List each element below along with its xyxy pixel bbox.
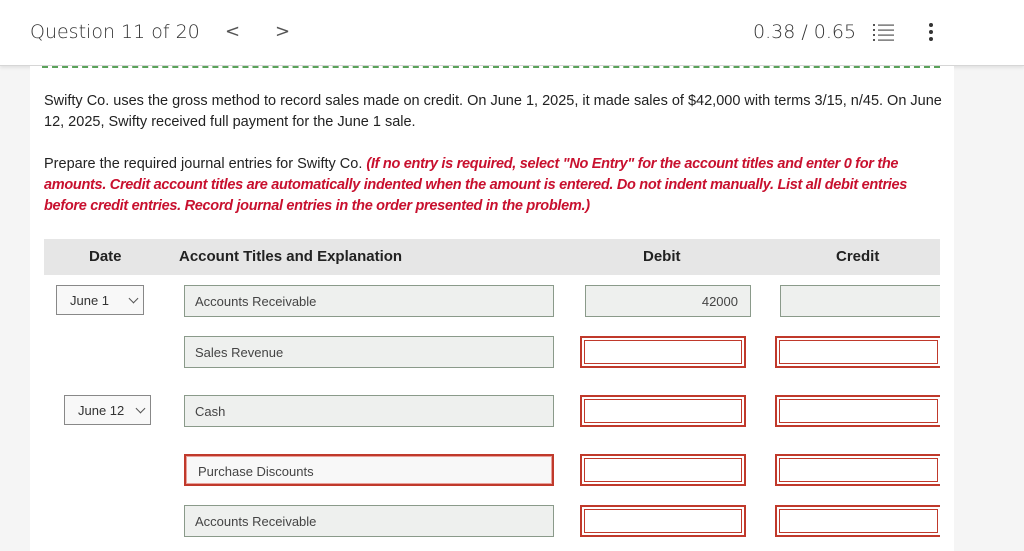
credit-input[interactable] xyxy=(775,454,940,486)
header-date: Date xyxy=(89,248,122,265)
list-icon[interactable] xyxy=(873,22,895,42)
prev-question-button[interactable]: < xyxy=(225,21,240,42)
credit-input[interactable] xyxy=(775,336,940,368)
divider xyxy=(42,66,940,68)
date-select[interactable]: June 12 xyxy=(64,395,151,425)
more-vertical-icon[interactable] xyxy=(925,21,937,43)
account-input[interactable]: Sales Revenue xyxy=(184,336,554,368)
credit-input[interactable] xyxy=(775,505,940,537)
prompt-text: Prepare the required journal entries for… xyxy=(44,156,363,172)
header-debit: Debit xyxy=(643,248,681,265)
top-bar: Question 11 of 20 < > 0.38 / 0.65 xyxy=(0,0,1024,66)
debit-input[interactable] xyxy=(580,454,746,486)
header-account: Account Titles and Explanation xyxy=(179,248,403,265)
credit-input[interactable] xyxy=(780,285,940,317)
header-credit: Credit xyxy=(836,248,880,265)
account-input[interactable]: Accounts Receivable xyxy=(184,285,554,317)
debit-input[interactable]: 42000 xyxy=(585,285,751,317)
next-question-button[interactable]: > xyxy=(275,21,290,42)
problem-statement: Swifty Co. uses the gross method to reco… xyxy=(44,93,942,130)
date-select[interactable]: June 1 xyxy=(56,285,144,315)
debit-input[interactable] xyxy=(580,505,746,537)
debit-input[interactable] xyxy=(580,336,746,368)
account-input[interactable]: Purchase Discounts xyxy=(184,454,554,486)
account-input[interactable]: Cash xyxy=(184,395,554,427)
debit-input[interactable] xyxy=(580,395,746,427)
question-content: Swifty Co. uses the gross method to reco… xyxy=(30,66,954,551)
account-input[interactable]: Accounts Receivable xyxy=(184,505,554,537)
score-display: 0.38 / 0.65 xyxy=(753,21,857,43)
chevron-down-icon xyxy=(135,403,146,414)
question-counter: Question 11 of 20 xyxy=(30,21,200,43)
credit-input[interactable] xyxy=(775,395,940,427)
table-header: Date Account Titles and Explanation Debi… xyxy=(44,239,940,275)
chevron-down-icon xyxy=(128,293,139,304)
instructions: Prepare the required journal entries for… xyxy=(44,154,924,217)
